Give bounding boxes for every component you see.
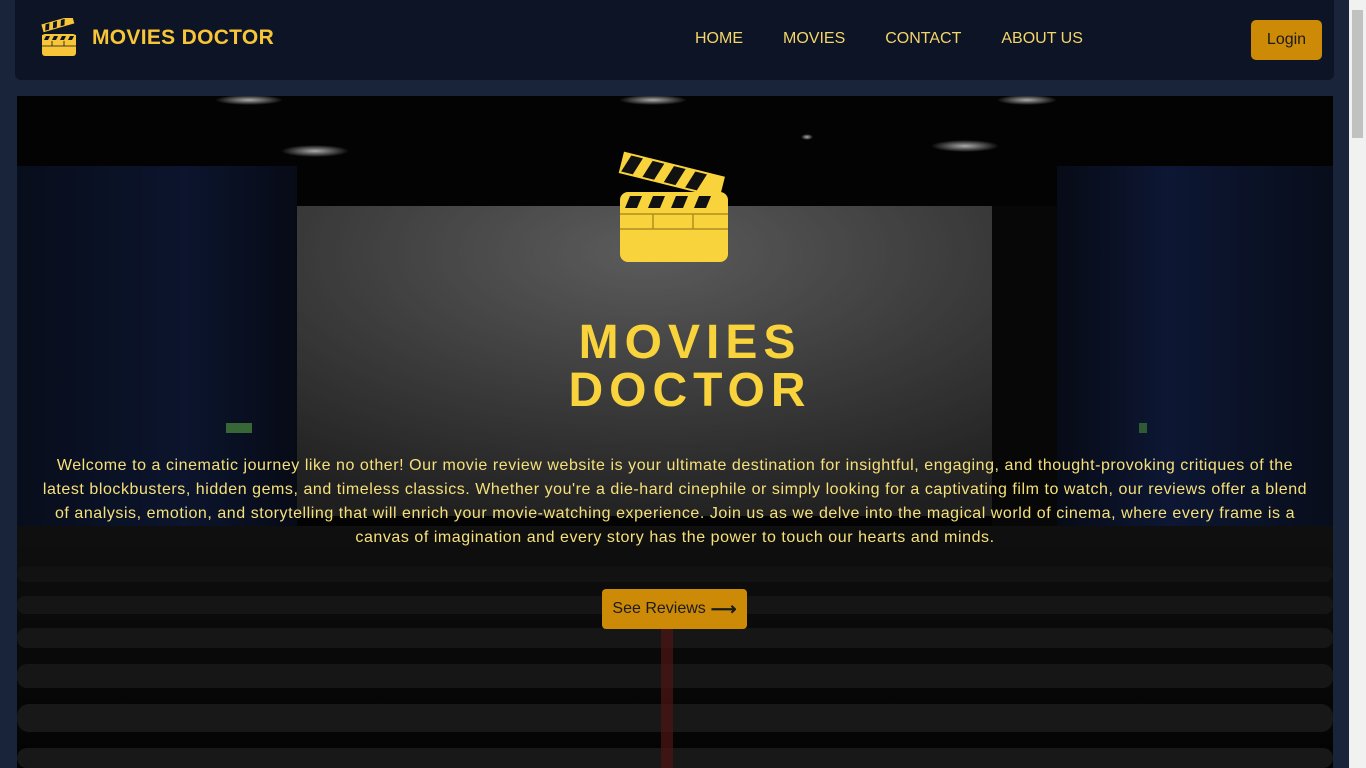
nav-link-contact[interactable]: CONTACT (885, 30, 961, 48)
nav-link-about-us[interactable]: ABOUT US (1001, 30, 1083, 48)
clapperboard-icon (615, 144, 745, 279)
nav-link-movies[interactable]: MOVIES (783, 30, 845, 48)
arrow-right-icon: ⟶ (710, 598, 737, 619)
nav-link-home[interactable]: HOME (695, 30, 743, 48)
hero-title-line1: MOVIES (578, 316, 802, 369)
page-scrollbar[interactable] (1349, 0, 1366, 768)
hero-content: MOVIES DOCTOR Welcome to a cinematic jou… (17, 96, 1333, 768)
hero-title: MOVIES DOCTOR (17, 319, 1333, 415)
navbar: MOVIES DOCTOR HOME MOVIES CONTACT ABOUT … (15, 0, 1334, 80)
hero-description: Welcome to a cinematic journey like no o… (42, 457, 1308, 546)
clapperboard-icon (40, 18, 78, 58)
login-button[interactable]: Login (1251, 20, 1322, 60)
hero-title-line2: DOCTOR (568, 364, 812, 417)
scrollbar-thumb[interactable] (1352, 10, 1363, 138)
brand-name: MOVIES DOCTOR (92, 26, 275, 49)
see-reviews-label: See Reviews (612, 600, 706, 617)
nav-links: HOME MOVIES CONTACT ABOUT US (695, 30, 1123, 48)
see-reviews-button[interactable]: See Reviews ⟶ (602, 589, 747, 629)
brand[interactable]: MOVIES DOCTOR (40, 18, 274, 58)
hero-section: MOVIES DOCTOR Welcome to a cinematic jou… (17, 96, 1333, 768)
